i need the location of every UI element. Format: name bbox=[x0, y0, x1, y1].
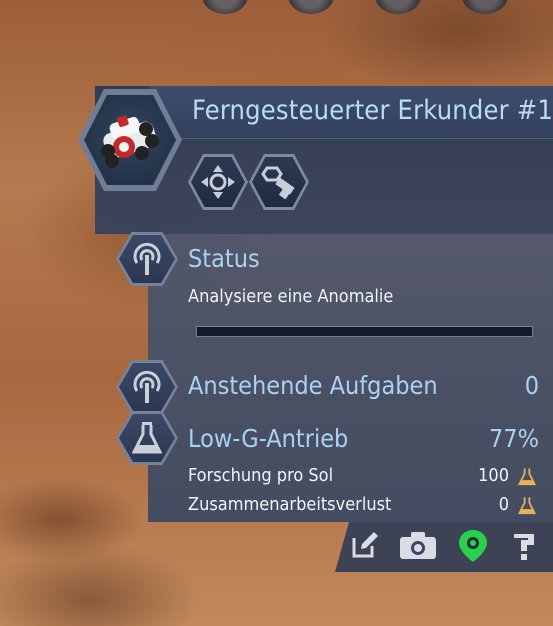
collaboration-loss-label: Zusammenarbeitsverlust bbox=[188, 494, 392, 515]
status-text: Analysiere eine Anomalie bbox=[188, 286, 394, 307]
flask-icon bbox=[132, 422, 162, 454]
help-icon bbox=[514, 534, 534, 560]
map-pin-icon bbox=[459, 530, 487, 562]
camera-icon bbox=[400, 532, 436, 559]
move-icon bbox=[201, 165, 235, 199]
status-progress-bar bbox=[196, 326, 533, 337]
camera-button[interactable] bbox=[398, 528, 438, 562]
research-per-sol-label: Forschung pro Sol bbox=[188, 465, 334, 486]
locate-on-map-button[interactable] bbox=[456, 528, 490, 562]
pending-tasks-value: 0 bbox=[524, 371, 539, 400]
help-button[interactable] bbox=[508, 528, 542, 562]
pending-tasks-label: Anstehende Aufgaben bbox=[188, 371, 438, 400]
flask-small-icon bbox=[518, 497, 536, 515]
research-per-sol-value: 100 bbox=[478, 465, 509, 486]
signal-icon bbox=[133, 370, 161, 403]
rover-icon bbox=[101, 115, 159, 168]
collaboration-loss-value: 0 bbox=[498, 494, 509, 515]
research-progress-value: 77% bbox=[489, 424, 539, 453]
rename-button[interactable] bbox=[348, 528, 382, 562]
unit-title: Ferngesteuerter Erkunder #1 bbox=[192, 95, 553, 126]
research-label: Low-G-Antrieb bbox=[188, 424, 349, 453]
flask-small-icon bbox=[518, 468, 536, 486]
salvage-bolt-icon bbox=[261, 166, 295, 200]
rename-icon bbox=[352, 532, 378, 558]
status-label: Status bbox=[188, 244, 260, 273]
signal-icon bbox=[133, 242, 161, 275]
